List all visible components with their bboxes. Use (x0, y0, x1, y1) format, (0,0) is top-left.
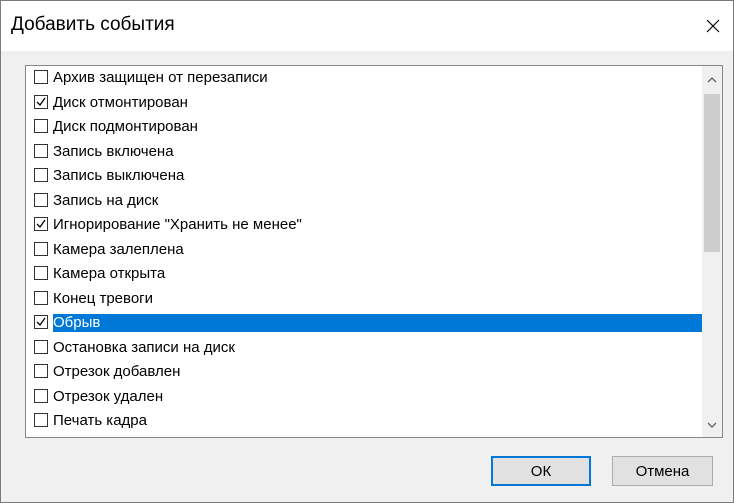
chevron-down-icon (707, 422, 717, 428)
list-item-label: Запись включена (53, 142, 174, 160)
checkbox[interactable] (34, 94, 48, 109)
events-list[interactable]: Архив защищен от перезаписи Диск отмонтир… (25, 65, 723, 438)
checkmark-icon (36, 97, 46, 106)
vertical-scrollbar[interactable] (702, 66, 722, 437)
close-icon (706, 19, 720, 33)
list-item-label: Остановка записи на диск (53, 338, 235, 356)
title-bar: Добавить события (1, 1, 733, 51)
list-item[interactable]: Камера открыта (26, 262, 702, 287)
list-item[interactable]: Запись включена (26, 140, 702, 165)
list-item[interactable]: Запись выключена (26, 164, 702, 189)
list-item-label: Запись выключена (53, 167, 185, 184)
list-item[interactable]: Отрезок удален (26, 385, 702, 410)
list-item-label: Запись на диск (53, 191, 159, 209)
chevron-up-icon (707, 77, 717, 83)
add-events-dialog: Добавить события Архив защищен от переза… (0, 0, 734, 503)
checkbox[interactable] (34, 241, 48, 256)
list-item[interactable]: Печать кадра (26, 409, 702, 434)
checkbox[interactable] (34, 388, 48, 403)
checkbox[interactable] (34, 290, 48, 305)
checkbox[interactable] (34, 119, 48, 133)
scroll-down-button[interactable] (702, 415, 722, 435)
list-item-label: Отрезок удален (53, 387, 164, 405)
list-item[interactable]: Архив защищен от перезаписи (26, 66, 702, 91)
list-item-label: Обрыв (53, 314, 702, 332)
scroll-thumb[interactable] (704, 94, 720, 252)
checkmark-icon (36, 317, 46, 327)
checkbox[interactable] (34, 70, 48, 84)
list-item-label: Конец тревоги (53, 289, 154, 307)
list-item[interactable]: Конец тревоги (26, 287, 702, 312)
list-item-label: Отрезок добавлен (53, 363, 181, 380)
list-item[interactable]: Диск подмонтирован (26, 115, 702, 140)
checkbox[interactable] (34, 315, 48, 329)
checkbox[interactable] (34, 339, 48, 354)
list-item[interactable]: Запись на диск (26, 189, 702, 214)
checkbox[interactable] (34, 168, 48, 182)
events-list-rows: Архив защищен от перезаписи Диск отмонтир… (26, 66, 702, 434)
list-item[interactable]: Отрезок добавлен (26, 360, 702, 385)
list-item-label: Печать кадра (53, 412, 147, 429)
list-item-label: Камера открыта (53, 265, 166, 282)
list-item[interactable]: Остановка записи на диск (26, 336, 702, 361)
cancel-button[interactable]: Отмена (612, 456, 713, 486)
ok-button[interactable]: ОК (491, 456, 591, 486)
list-item-label: Камера залеплена (53, 240, 184, 258)
list-item-label: Игнорирование "Хранить не менее" (53, 216, 302, 233)
checkbox[interactable] (34, 143, 48, 158)
checkmark-icon (36, 219, 46, 229)
list-item-label: Диск подмонтирован (53, 118, 198, 135)
list-item[interactable]: Камера залеплена (26, 238, 702, 263)
checkbox[interactable] (34, 217, 48, 231)
list-item[interactable]: Игнорирование "Хранить не менее" (26, 213, 702, 238)
list-item-label: Диск отмонтирован (53, 93, 188, 111)
checkbox[interactable] (34, 413, 48, 427)
scroll-up-button[interactable] (702, 70, 722, 90)
list-item-label: Архив защищен от перезаписи (53, 69, 268, 86)
checkbox[interactable] (34, 266, 48, 280)
checkbox[interactable] (34, 192, 48, 207)
checkbox[interactable] (34, 364, 48, 378)
close-button[interactable] (693, 1, 733, 51)
list-item[interactable]: Обрыв (26, 311, 702, 336)
list-item[interactable]: Диск отмонтирован (26, 91, 702, 116)
dialog-title: Добавить события (11, 14, 175, 35)
